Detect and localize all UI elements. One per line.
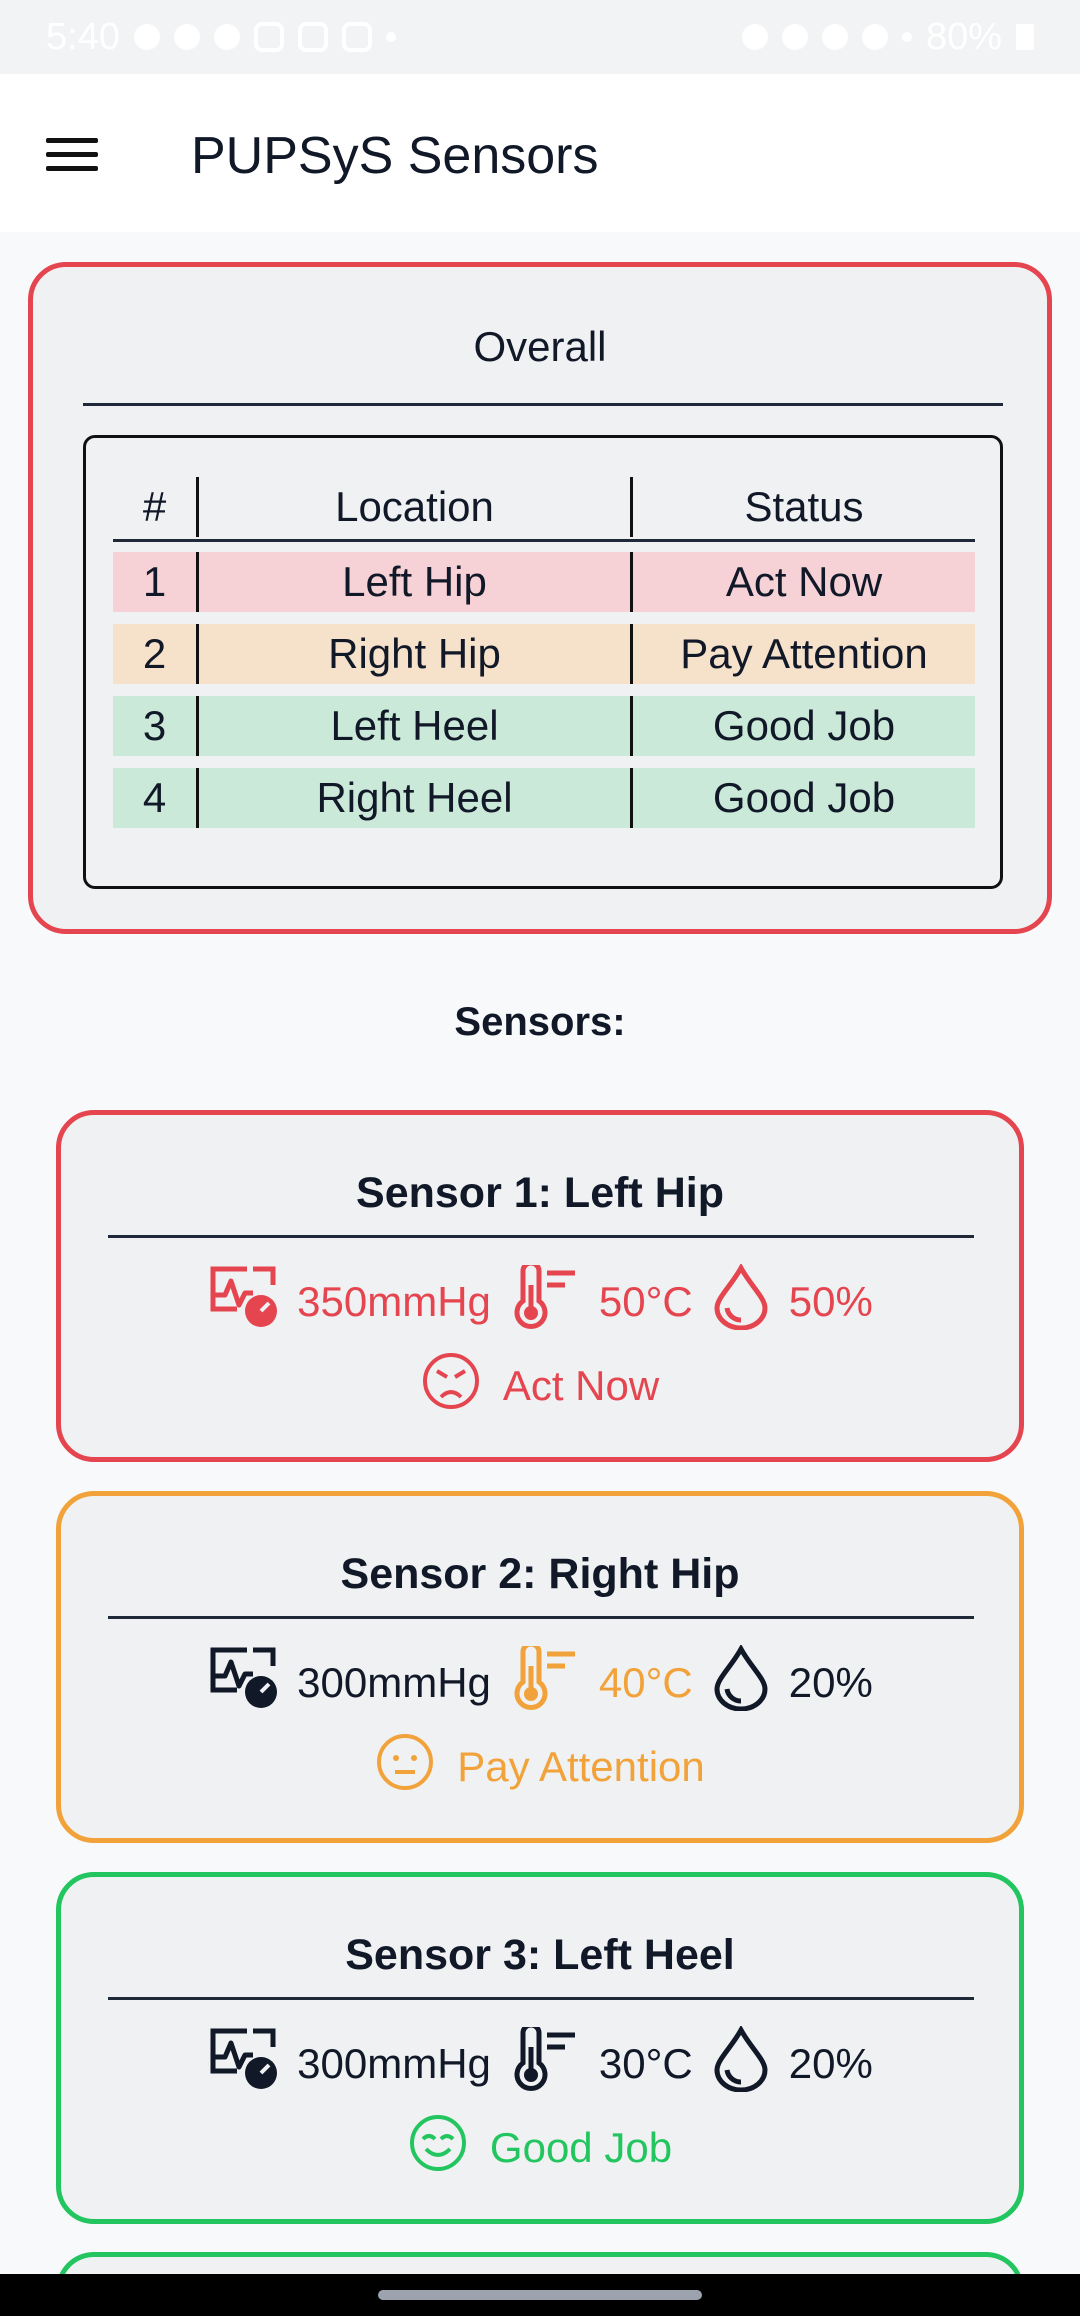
row-number: 2 [113, 624, 199, 684]
sensor-metrics: 350mmHg 50°C 50% [61, 1260, 1019, 1340]
temperature-value: 50°C [598, 1278, 693, 1325]
chat-notification-icon [133, 24, 160, 50]
row-location: Right Heel [199, 768, 633, 828]
row-number: 3 [113, 696, 199, 756]
happy-face-icon [408, 2113, 468, 2183]
table-row: 1 Left Hip Act Now [113, 546, 975, 618]
snapchat-notification-icon [173, 24, 200, 50]
row-location: Right Hip [199, 624, 633, 684]
thermometer-icon [509, 1260, 581, 1339]
clock: 5:40 [46, 15, 120, 58]
temperature-value: 40°C [598, 1659, 693, 1706]
wifi-icon [861, 24, 888, 50]
column-header-number: # [113, 476, 199, 537]
table-row: 2 Right Hip Pay Attention [113, 618, 975, 690]
humidity-value: 20% [788, 1659, 873, 1706]
divider [83, 403, 1003, 406]
overall-table-grid: # Location Status 1 Left Hip Act Now 2 R… [113, 474, 975, 834]
instagram-notification-icon [297, 22, 328, 52]
humidity-value: 20% [788, 2040, 873, 2087]
table-header-row: # Location Status [113, 474, 975, 542]
pressure-value: 300mmHg [297, 2040, 491, 2087]
status-label: Act Now [502, 1362, 660, 1409]
status-bar-left: 5:40 [46, 16, 396, 59]
bluetooth-icon [781, 24, 808, 50]
humidity-value: 50% [788, 1278, 873, 1325]
page-title: PUPSyS Sensors [191, 127, 599, 185]
battery-icon [1016, 24, 1034, 50]
row-number: 1 [113, 552, 199, 612]
key-icon [741, 24, 768, 50]
sensor-metrics: 300mmHg 30°C 20% [61, 2022, 1019, 2102]
pressure-monitor-icon [207, 1646, 279, 1720]
overall-title: Overall [473, 323, 607, 370]
table-row: 3 Left Heel Good Job [113, 690, 975, 762]
divider [108, 1616, 974, 1619]
sensor-title: Sensor 2: Right Hip [340, 1550, 740, 1598]
table-row: 4 Right Heel Good Job [113, 762, 975, 834]
row-location: Left Heel [199, 696, 633, 756]
instagram-notification-icon [253, 22, 284, 52]
row-status: Act Now [633, 552, 975, 612]
sensor-title: Sensor 3: Left Heel [345, 1931, 735, 1979]
thermometer-icon [509, 1641, 581, 1720]
home-gesture-handle[interactable] [378, 2290, 702, 2300]
sensor-status: Pay Attention [61, 1732, 1019, 1802]
status-label: Pay Attention [457, 1743, 705, 1790]
row-number: 4 [113, 768, 199, 828]
angry-face-icon [421, 1351, 481, 1421]
sensor-card[interactable]: Sensor 2: Right Hip 300mmHg 40°C 20% Pay… [56, 1491, 1024, 1843]
row-status: Good Job [633, 768, 975, 828]
sensor-card[interactable]: Sensor 3: Left Heel 300mmHg 30°C 20% Goo… [56, 1872, 1024, 2224]
system-navigation-bar [0, 2274, 1080, 2316]
sensor-status: Good Job [61, 2113, 1019, 2183]
divider [108, 1997, 974, 2000]
pressure-value: 300mmHg [297, 1659, 491, 1706]
neutral-face-icon [375, 1732, 435, 1802]
signal-icon [901, 32, 912, 42]
status-label: Good Job [489, 2124, 673, 2171]
row-status: Pay Attention [633, 624, 975, 684]
overall-card: Overall # Location Status 1 Left Hip Act… [28, 262, 1052, 934]
humidity-drop-icon [711, 1643, 771, 1721]
mute-icon [821, 24, 848, 50]
pressure-monitor-icon [207, 2027, 279, 2101]
app-bar: PUPSyS Sensors [0, 74, 1080, 232]
status-bar: 5:40 80% [0, 0, 1080, 74]
menu-icon[interactable] [46, 138, 98, 172]
status-bar-right: 80% [741, 15, 1034, 59]
humidity-drop-icon [711, 2024, 771, 2102]
row-status: Good Job [633, 696, 975, 756]
sensor-metrics: 300mmHg 40°C 20% [61, 1641, 1019, 1721]
pressure-value: 350mmHg [297, 1278, 491, 1325]
sensor-status: Act Now [61, 1351, 1019, 1421]
divider [108, 1235, 974, 1238]
temperature-value: 30°C [598, 2040, 693, 2087]
column-header-location: Location [199, 476, 633, 537]
row-location: Left Hip [199, 552, 633, 612]
pressure-monitor-icon [207, 1265, 279, 1339]
overall-table: # Location Status 1 Left Hip Act Now 2 R… [83, 435, 1003, 889]
instagram-notification-icon [341, 22, 372, 52]
game-notification-icon [213, 24, 240, 50]
column-header-status: Status [744, 482, 864, 530]
thermometer-icon [509, 2022, 581, 2101]
sensor-title: Sensor 1: Left Hip [356, 1169, 724, 1217]
sensor-card[interactable]: Sensor 1: Left Hip 350mmHg 50°C 50% Act … [56, 1110, 1024, 1462]
sensors-heading: Sensors: [454, 1000, 626, 1044]
battery-percent: 80% [925, 15, 1002, 58]
more-notifications-icon [385, 32, 396, 42]
humidity-drop-icon [711, 1262, 771, 1340]
